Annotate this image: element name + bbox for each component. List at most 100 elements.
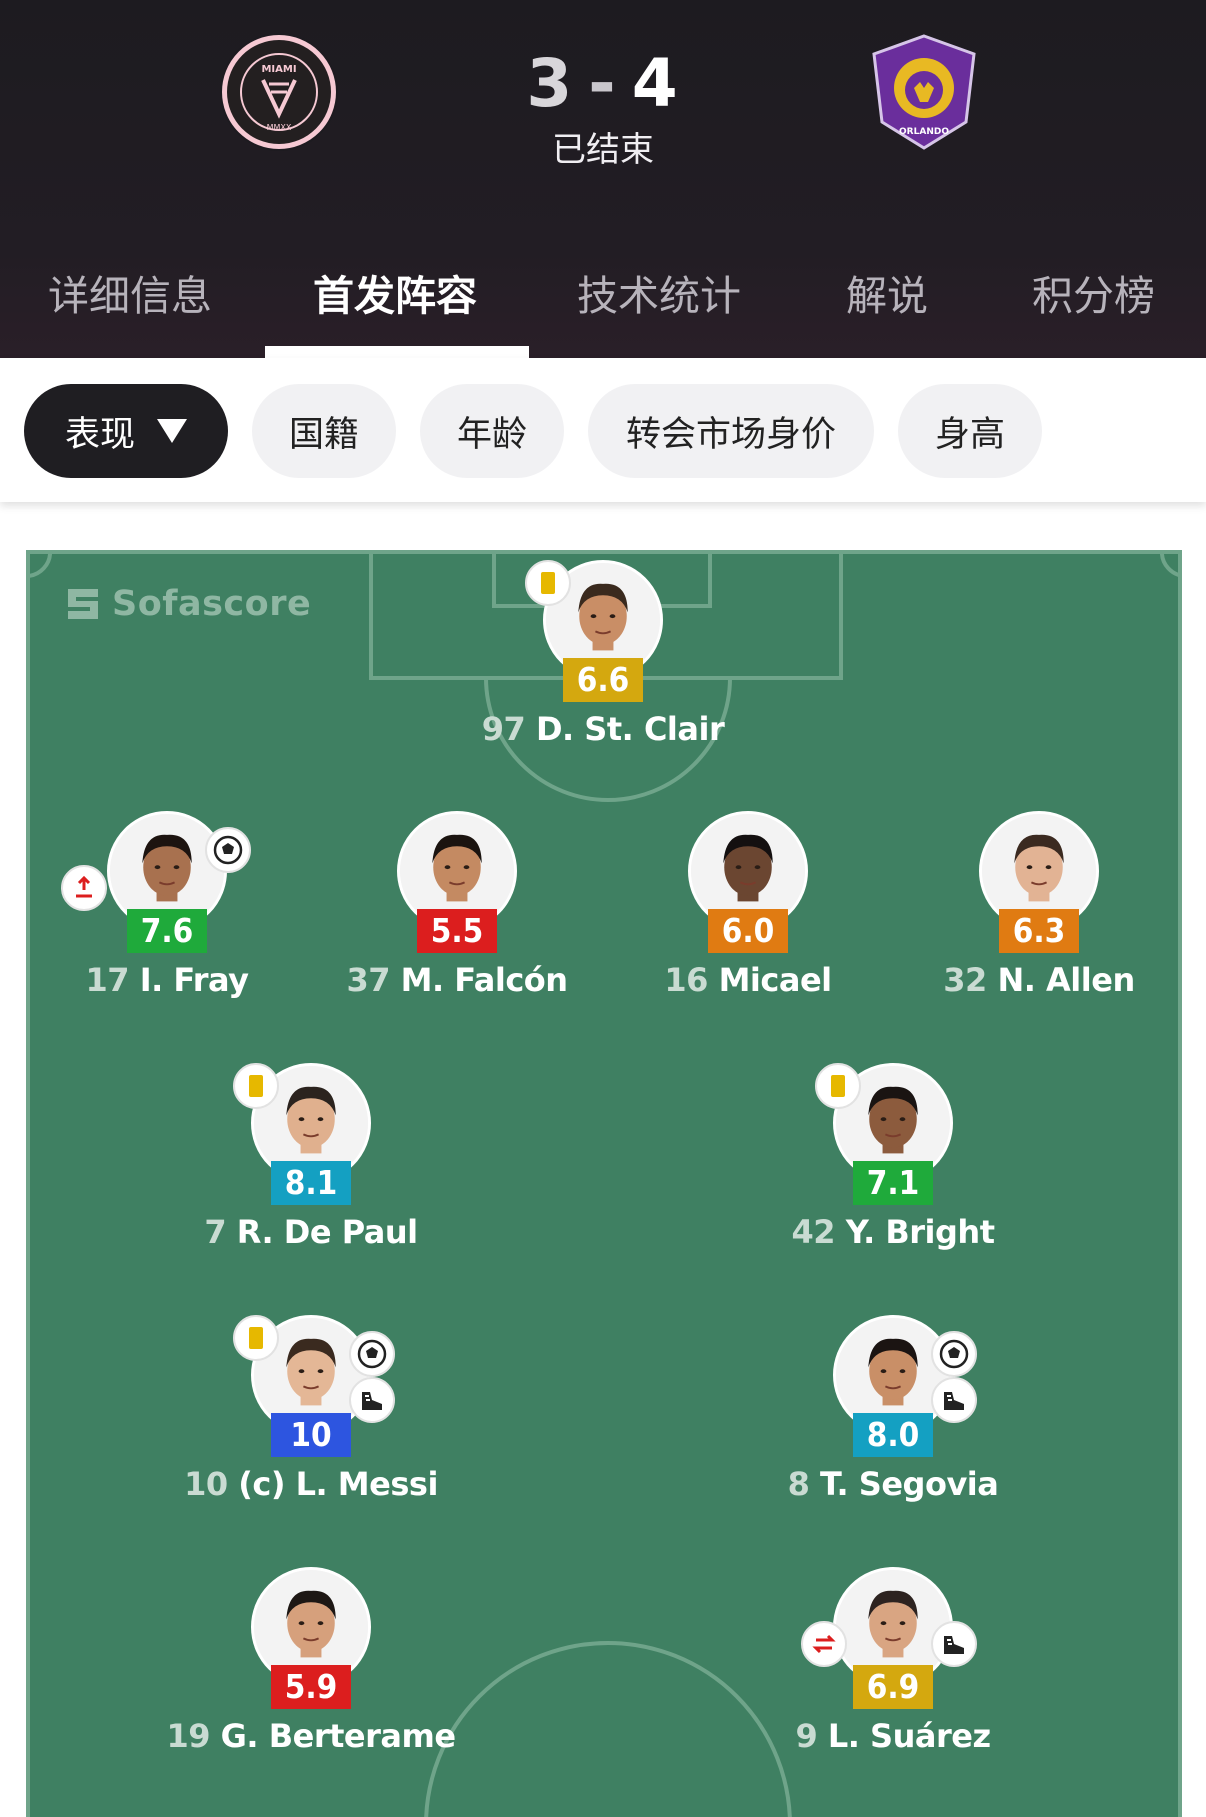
- player-card[interactable]: 5.5 37 M. Falcón: [327, 811, 587, 1011]
- svg-text:ORLANDO: ORLANDO: [899, 127, 949, 137]
- app-root: MIAMI MMXX 3-4 已结束 ORLANDO 详细信息 首发阵容 技术统…: [0, 0, 1206, 1817]
- player-rating: 6.0: [708, 909, 788, 953]
- tab-commentary[interactable]: 解说: [846, 262, 928, 322]
- player-card[interactable]: 7.1 42 Y. Bright: [763, 1063, 1023, 1263]
- shirt-number: 37: [346, 961, 390, 999]
- player-name-row: 42 Y. Bright: [723, 1213, 1063, 1251]
- shirt-number: 16: [664, 961, 708, 999]
- away-team-logo[interactable]: ORLANDO: [862, 30, 986, 154]
- player-name: Y. Bright: [845, 1213, 995, 1251]
- shirt-number: 42: [791, 1213, 836, 1251]
- filter-chip-market-value[interactable]: 转会市场身价: [588, 384, 874, 478]
- yellow-card-shape: [249, 1075, 263, 1097]
- player-name: L. Suárez: [827, 1717, 991, 1755]
- player-name-row: 19 G. Berterame: [141, 1717, 481, 1755]
- substitution-out-icon: [61, 865, 107, 911]
- match-score: 3-4: [440, 45, 766, 122]
- name-spacer: [817, 1717, 828, 1755]
- player-rating: 5.9: [271, 1665, 351, 1709]
- tab-statistics[interactable]: 技术统计: [577, 262, 741, 322]
- player-name-row: 8 T. Segovia: [723, 1465, 1063, 1503]
- tab-standings[interactable]: 积分榜: [1032, 262, 1155, 322]
- name-spacer: [210, 1717, 221, 1755]
- name-spacer: [708, 961, 719, 999]
- away-score: 4: [631, 45, 680, 122]
- goal-ball-icon: [349, 1331, 395, 1377]
- player-card[interactable]: 6.3 32 N. Allen: [909, 811, 1169, 1011]
- player-name-row: 37 M. Falcón: [287, 961, 627, 999]
- tab-lineups[interactable]: 首发阵容: [313, 262, 477, 322]
- yellow-card-icon: [815, 1063, 861, 1109]
- active-tab-indicator: [265, 346, 529, 358]
- player-name-row: 97 D. St. Clair: [433, 710, 773, 748]
- filter-chip-performance[interactable]: 表现: [24, 384, 228, 478]
- assist-boot-icon: [349, 1377, 395, 1423]
- yellow-card-shape: [249, 1327, 263, 1349]
- assist-boot-icon: [931, 1377, 977, 1423]
- player-rating: 6.3: [999, 909, 1079, 953]
- yellow-card-icon: [233, 1063, 279, 1109]
- player-name: M. Falcón: [400, 961, 568, 999]
- player-card[interactable]: 5.9 19 G. Berterame: [166, 1567, 456, 1767]
- player-name-row: 9 L. Suárez: [723, 1717, 1063, 1755]
- filter-chip-height[interactable]: 身高: [898, 384, 1042, 478]
- filter-chip-nationality[interactable]: 国籍: [252, 384, 396, 478]
- player-rating: 6.6: [563, 658, 643, 702]
- yellow-card-shape: [831, 1075, 845, 1097]
- match-status: 已结束: [552, 130, 654, 170]
- name-spacer: [390, 961, 401, 999]
- yellow-card-shape: [541, 572, 555, 594]
- player-name: N. Allen: [997, 961, 1135, 999]
- shirt-number: 32: [943, 961, 987, 999]
- player-rating: 5.5: [417, 909, 497, 953]
- player-rating: 8.0: [853, 1413, 933, 1457]
- shirt-number: 97: [481, 710, 526, 748]
- name-spacer: [226, 1213, 237, 1251]
- player-name-row: 10 (c) L. Messi: [141, 1465, 481, 1503]
- tab-details[interactable]: 详细信息: [48, 262, 212, 322]
- shirt-number: 8: [787, 1465, 810, 1503]
- home-score: 3: [526, 45, 575, 122]
- player-card[interactable]: 6.6 97 D. St. Clair: [473, 560, 733, 760]
- shirt-number: 19: [166, 1717, 211, 1755]
- home-team-logo[interactable]: MIAMI MMXX: [217, 30, 341, 154]
- player-card[interactable]: 8.0 8 T. Segovia: [763, 1315, 1023, 1515]
- player-card[interactable]: 10 10 (c) L. Messi: [181, 1315, 441, 1515]
- name-spacer: [987, 961, 998, 999]
- sofascore-watermark: Sofascore: [64, 584, 311, 624]
- assist-boot-icon: [931, 1621, 977, 1667]
- goal-ball-icon: [931, 1331, 977, 1377]
- filter-chip-label: 表现: [64, 414, 135, 455]
- substitution-arrows-icon: [801, 1621, 847, 1667]
- player-name: T. Segovia: [820, 1465, 999, 1503]
- player-name: (c) L. Messi: [238, 1465, 438, 1503]
- player-rating: 7.6: [127, 909, 207, 953]
- player-card[interactable]: 6.9 9 L. Suárez: [763, 1567, 1023, 1767]
- player-name: Micael: [718, 961, 833, 999]
- player-card[interactable]: 7.6 17 I. Fray: [37, 811, 297, 1011]
- player-rating: 7.1: [853, 1161, 933, 1205]
- player-card[interactable]: 6.0 16 Micael: [618, 811, 878, 1011]
- name-spacer: [228, 1465, 239, 1503]
- svg-text:MIAMI: MIAMI: [261, 64, 296, 75]
- player-name-row: 7 R. De Paul: [141, 1213, 481, 1251]
- match-tabs: 详细信息 首发阵容 技术统计 解说 积分榜: [0, 248, 1206, 358]
- player-name: R. De Paul: [236, 1213, 418, 1251]
- name-spacer: [129, 961, 140, 999]
- player-card[interactable]: 8.1 7 R. De Paul: [181, 1063, 441, 1263]
- shirt-number: 7: [204, 1213, 227, 1251]
- player-name-row: 32 N. Allen: [869, 961, 1206, 999]
- player-name: G. Berterame: [220, 1717, 456, 1755]
- shirt-number: 9: [795, 1717, 818, 1755]
- svg-text:MMXX: MMXX: [267, 123, 292, 132]
- sofascore-logo-icon: [68, 589, 98, 619]
- shirt-number: 17: [85, 961, 130, 999]
- match-header: MIAMI MMXX 3-4 已结束 ORLANDO 详细信息 首发阵容 技术统…: [0, 0, 1206, 358]
- yellow-card-icon: [233, 1315, 279, 1361]
- yellow-card-icon: [525, 560, 571, 606]
- filter-chip-age[interactable]: 年龄: [420, 384, 564, 478]
- name-spacer: [525, 710, 536, 748]
- player-rating: 8.1: [271, 1161, 351, 1205]
- player-name: I. Fray: [139, 961, 249, 999]
- goal-ball-icon: [205, 827, 251, 873]
